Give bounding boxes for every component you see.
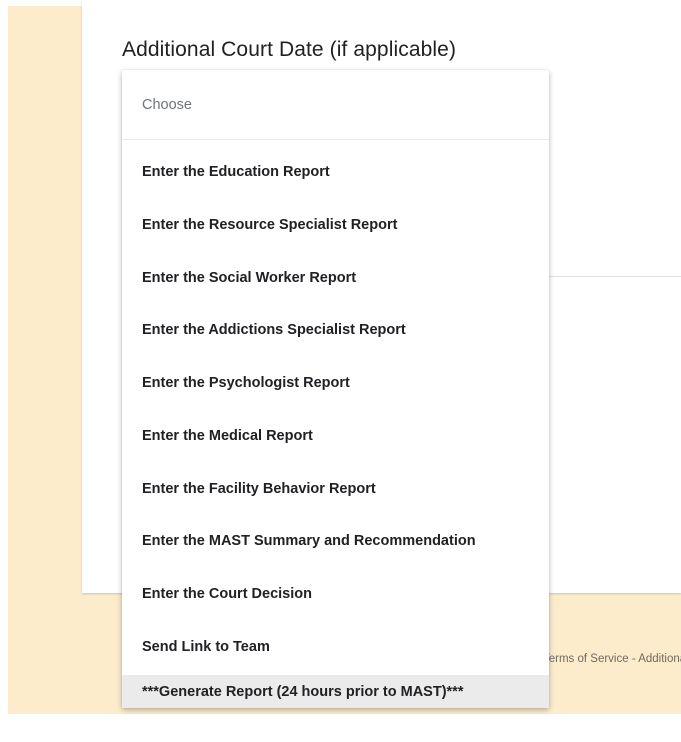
question-title: Additional Court Date (if applicable) — [122, 38, 457, 61]
dropdown-option-send-link-to-team[interactable]: Send Link to Team — [122, 623, 549, 671]
dropdown-option-choose[interactable]: Choose — [122, 70, 549, 140]
dropdown-option-medical-report[interactable]: Enter the Medical Report — [122, 412, 549, 460]
dropdown-option-psychologist-report[interactable]: Enter the Psychologist Report — [122, 359, 549, 407]
dropdown-option-resource-specialist-report[interactable]: Enter the Resource Specialist Report — [122, 201, 549, 249]
dropdown-option-mast-summary[interactable]: Enter the MAST Summary and Recommendatio… — [122, 517, 549, 565]
footer-terms-link[interactable]: Terms of Service - Additional Terms — [549, 653, 681, 665]
dropdown-menu[interactable]: Choose Enter the Education Report Enter … — [122, 70, 549, 708]
dropdown-option-court-decision[interactable]: Enter the Court Decision — [122, 570, 549, 618]
card-divider — [549, 276, 681, 277]
dropdown-separator — [122, 139, 549, 140]
dropdown-option-generate-report[interactable]: ***Generate Report (24 hours prior to MA… — [122, 675, 549, 708]
dropdown-option-social-worker-report[interactable]: Enter the Social Worker Report — [122, 254, 549, 302]
dropdown-option-addictions-specialist-report[interactable]: Enter the Addictions Specialist Report — [122, 306, 549, 354]
dropdown-option-education-report[interactable]: Enter the Education Report — [122, 148, 549, 196]
dropdown-option-facility-behavior-report[interactable]: Enter the Facility Behavior Report — [122, 465, 549, 513]
